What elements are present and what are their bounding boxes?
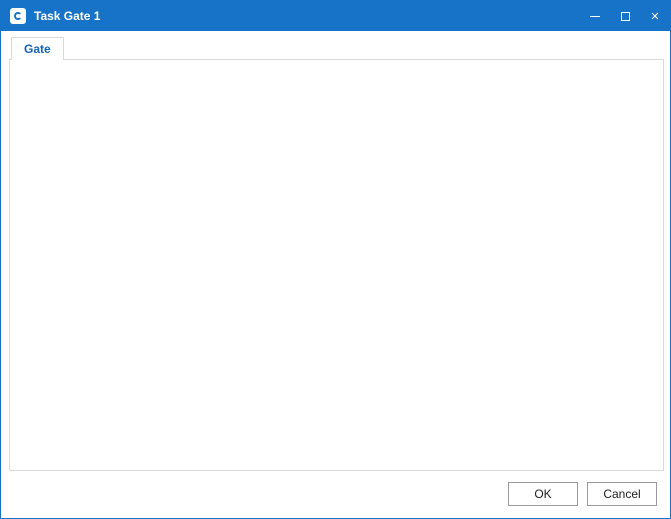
ok-button-label: OK [534,487,551,501]
close-button[interactable]: ✕ [640,1,670,31]
maximize-button[interactable] [610,1,640,31]
close-icon: ✕ [650,10,659,23]
cancel-button-label: Cancel [603,487,640,501]
ok-button[interactable]: OK [508,482,578,506]
app-logo-icon [14,12,22,20]
minimize-button[interactable] [580,1,610,31]
cancel-button[interactable]: Cancel [587,482,657,506]
maximize-icon [621,12,630,21]
minimize-icon [590,16,600,17]
window-controls: ✕ [580,1,670,31]
titlebar: Task Gate 1 ✕ [1,1,670,31]
tab-gate-label: Gate [24,42,51,56]
window-title: Task Gate 1 [34,9,100,23]
tab-page [9,59,664,471]
app-icon[interactable] [10,8,26,24]
tab-gate[interactable]: Gate [11,37,64,60]
dialog-window: Task Gate 1 ✕ Gate Details Name Date 22.… [0,0,671,519]
